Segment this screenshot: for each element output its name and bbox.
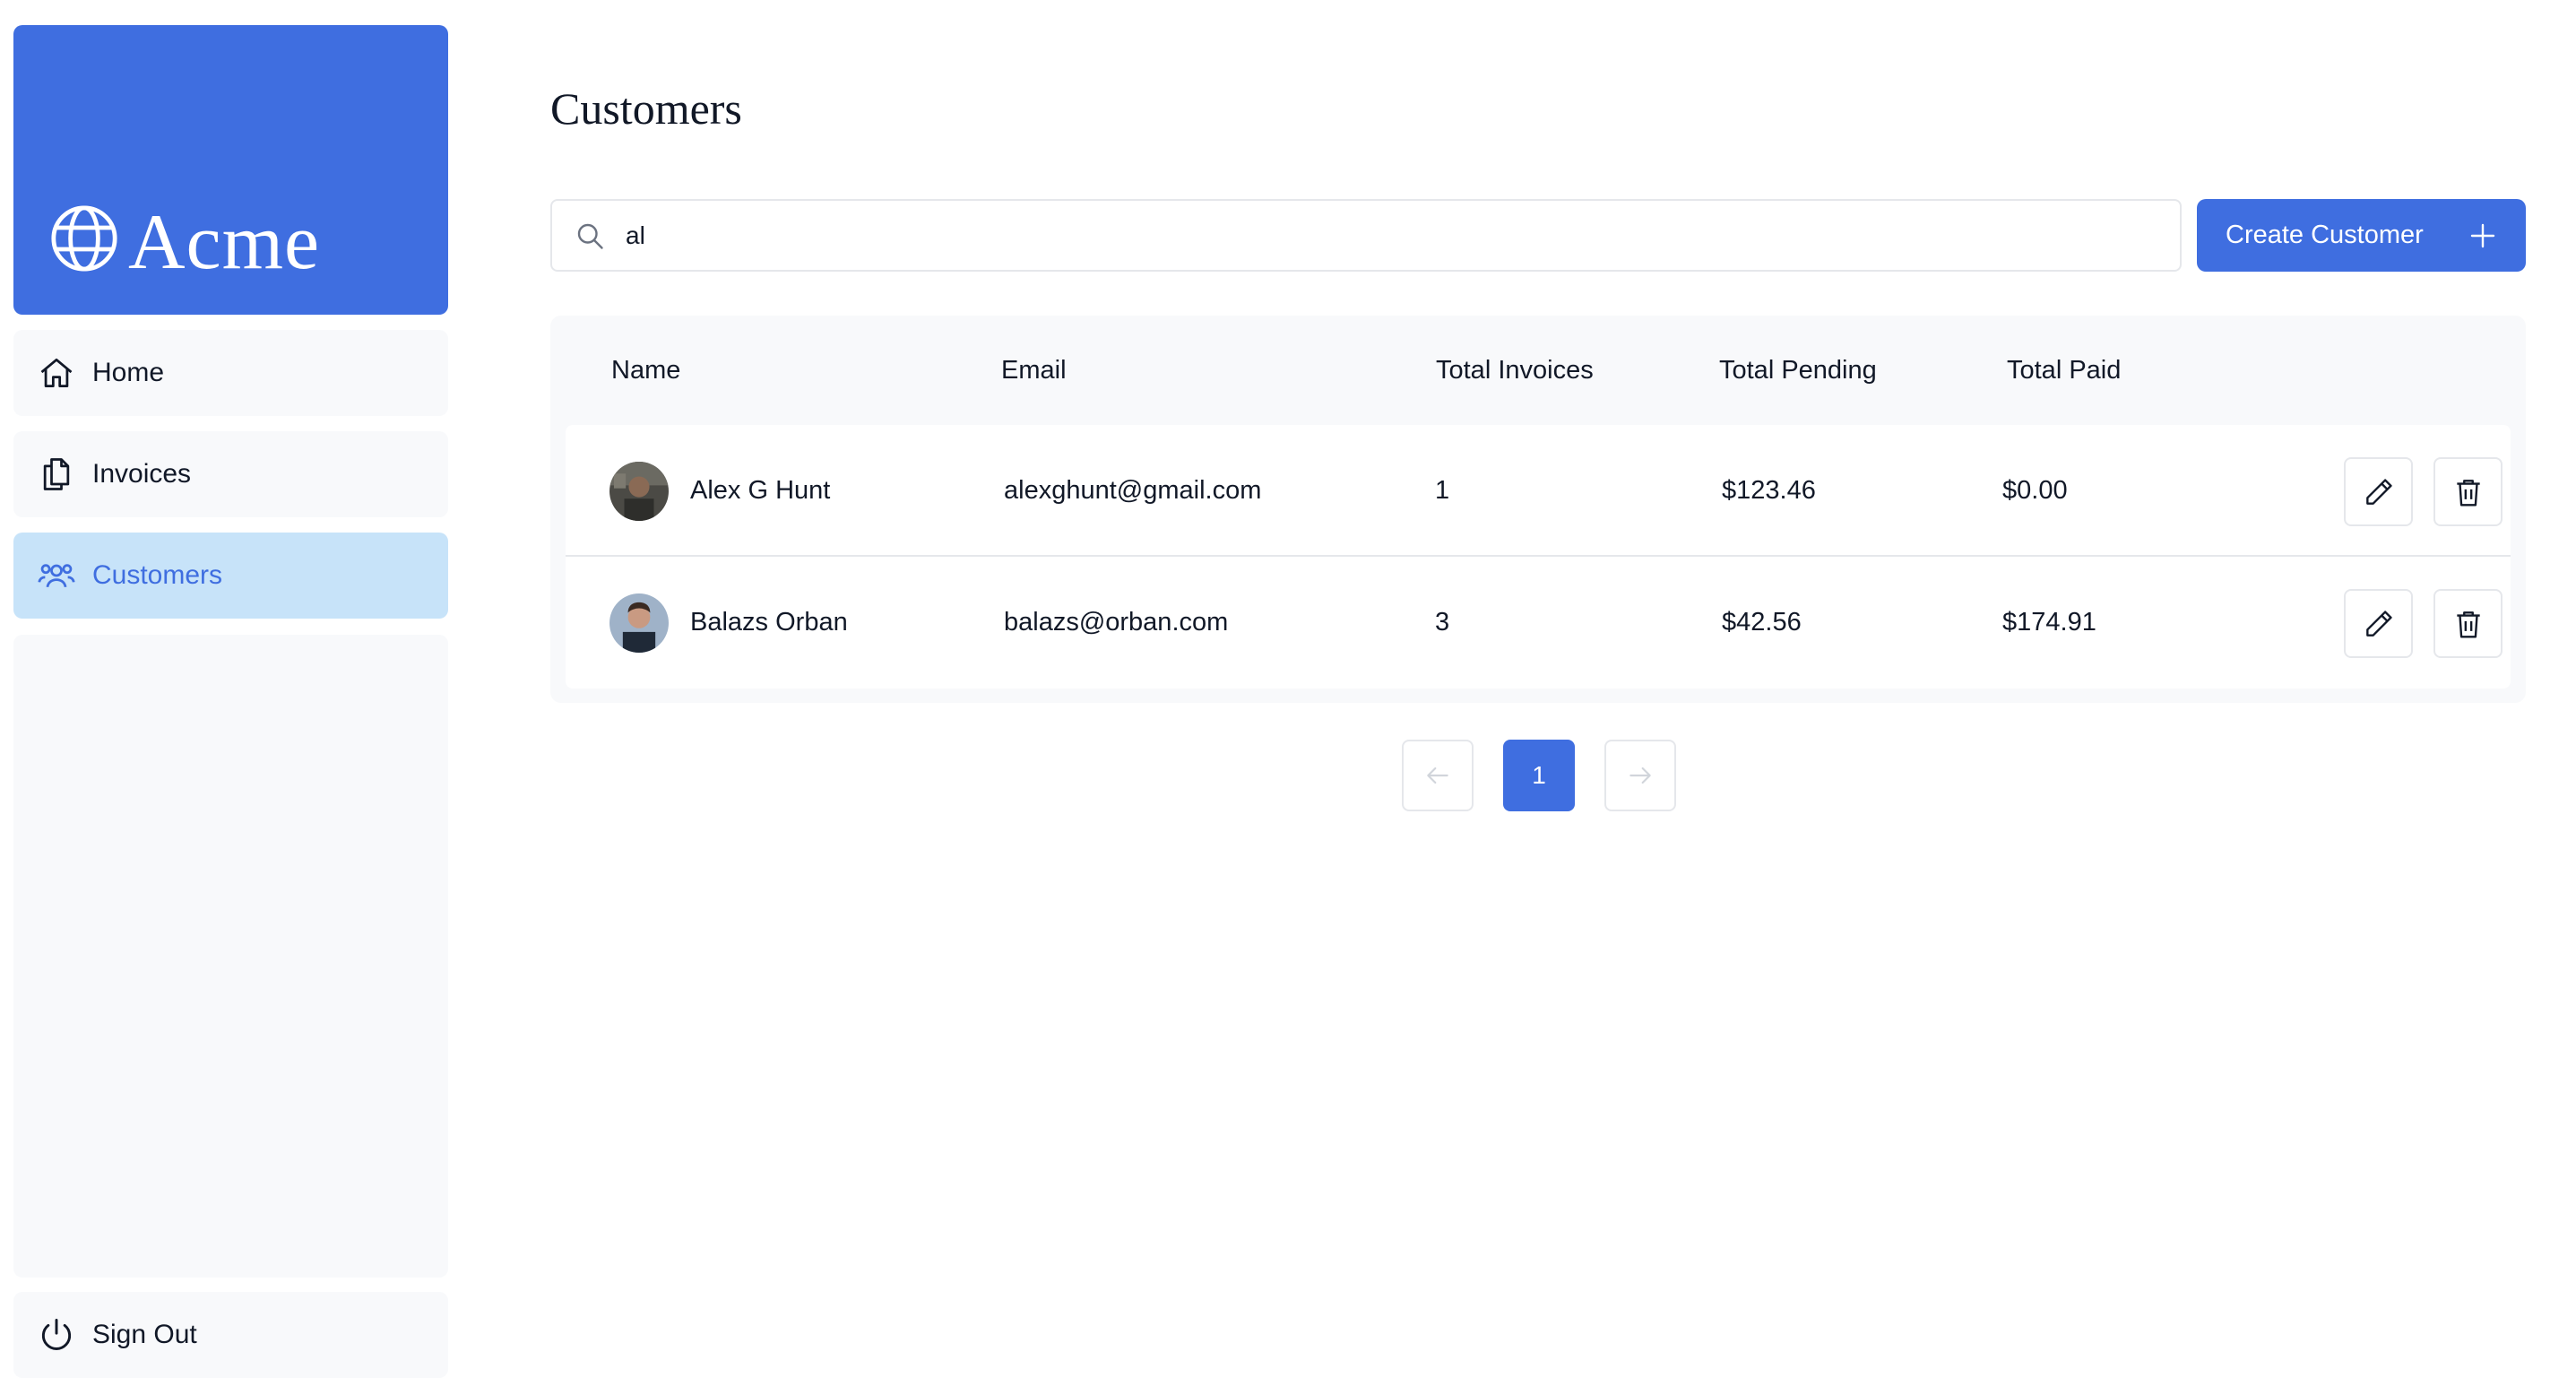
globe-icon bbox=[51, 205, 117, 272]
sidebar-item-label: Customers bbox=[92, 560, 223, 590]
users-icon bbox=[38, 564, 75, 588]
home-icon bbox=[40, 358, 73, 388]
customer-total-invoices: 1 bbox=[1435, 476, 1450, 505]
search-box[interactable] bbox=[550, 199, 2182, 272]
pagination-next-button[interactable] bbox=[1604, 740, 1676, 811]
documents-icon bbox=[43, 458, 70, 490]
power-icon bbox=[41, 1319, 72, 1350]
customer-total-invoices: 3 bbox=[1435, 608, 1450, 637]
sidebar-item-label: Home bbox=[92, 358, 165, 387]
pencil-icon bbox=[2365, 610, 2392, 637]
customer-total-pending: $42.56 bbox=[1722, 608, 1802, 637]
sidebar-item-customers[interactable]: Customers bbox=[13, 533, 448, 619]
customer-email: balazs@orban.com bbox=[1004, 608, 1229, 637]
plus-icon bbox=[2470, 223, 2495, 247]
arrow-right-icon bbox=[1629, 767, 1651, 784]
table-row: Alex G Hunt alexghunt@gmail.com 1 $123.4… bbox=[566, 425, 2511, 557]
pencil-icon bbox=[2365, 478, 2392, 505]
delete-customer-button[interactable] bbox=[2433, 589, 2503, 658]
sidebar-item-label: Invoices bbox=[92, 459, 192, 489]
edit-customer-button[interactable] bbox=[2344, 457, 2413, 526]
sign-out-button[interactable]: Sign Out bbox=[13, 1292, 448, 1378]
search-icon bbox=[577, 223, 603, 249]
sign-out-label: Sign Out bbox=[92, 1320, 197, 1349]
logo-text: Acme bbox=[128, 199, 321, 286]
pagination-prev-button[interactable] bbox=[1402, 740, 1474, 811]
edit-customer-button[interactable] bbox=[2344, 589, 2413, 658]
customer-name-cell: Alex G Hunt bbox=[609, 425, 830, 557]
customer-name-cell: Balazs Orban bbox=[609, 557, 848, 689]
page-title: Customers bbox=[550, 83, 742, 134]
table-row: Balazs Orban balazs@orban.com 3 $42.56 $… bbox=[566, 557, 2511, 689]
sidebar: Acme Home Invoices Customers Sign Out bbox=[13, 25, 448, 1379]
delete-customer-button[interactable] bbox=[2433, 457, 2503, 526]
sidebar-item-home[interactable]: Home bbox=[13, 330, 448, 416]
column-header-name: Name bbox=[611, 356, 681, 385]
create-customer-label: Create Customer bbox=[2226, 221, 2424, 249]
pagination-page-button[interactable]: 1 bbox=[1503, 740, 1575, 811]
customers-table: Name Email Total Invoices Total Pending … bbox=[550, 316, 2526, 703]
column-header-total-paid: Total Paid bbox=[2007, 356, 2122, 385]
customer-email: alexghunt@gmail.com bbox=[1004, 476, 1262, 505]
customer-total-pending: $123.46 bbox=[1722, 476, 1816, 505]
arrow-left-icon bbox=[1427, 767, 1448, 784]
customer-total-paid: $0.00 bbox=[2002, 476, 2068, 505]
avatar bbox=[609, 593, 669, 653]
trash-icon bbox=[2456, 611, 2480, 637]
table-body: Alex G Hunt alexghunt@gmail.com 1 $123.4… bbox=[566, 425, 2511, 689]
create-customer-button[interactable]: Create Customer bbox=[2197, 199, 2526, 272]
sidebar-item-invoices[interactable]: Invoices bbox=[13, 431, 448, 517]
trash-icon bbox=[2456, 479, 2480, 506]
avatar bbox=[609, 461, 669, 521]
acme-logo[interactable]: Acme bbox=[13, 25, 448, 315]
customer-total-paid: $174.91 bbox=[2002, 608, 2096, 637]
sidebar-spacer bbox=[13, 635, 448, 1278]
search-input[interactable] bbox=[624, 220, 2148, 251]
customer-name: Alex G Hunt bbox=[690, 476, 831, 505]
column-header-total-pending: Total Pending bbox=[1719, 356, 1877, 385]
customer-name: Balazs Orban bbox=[690, 608, 848, 637]
column-header-email: Email bbox=[1001, 356, 1067, 385]
column-header-total-invoices: Total Invoices bbox=[1436, 356, 1594, 385]
